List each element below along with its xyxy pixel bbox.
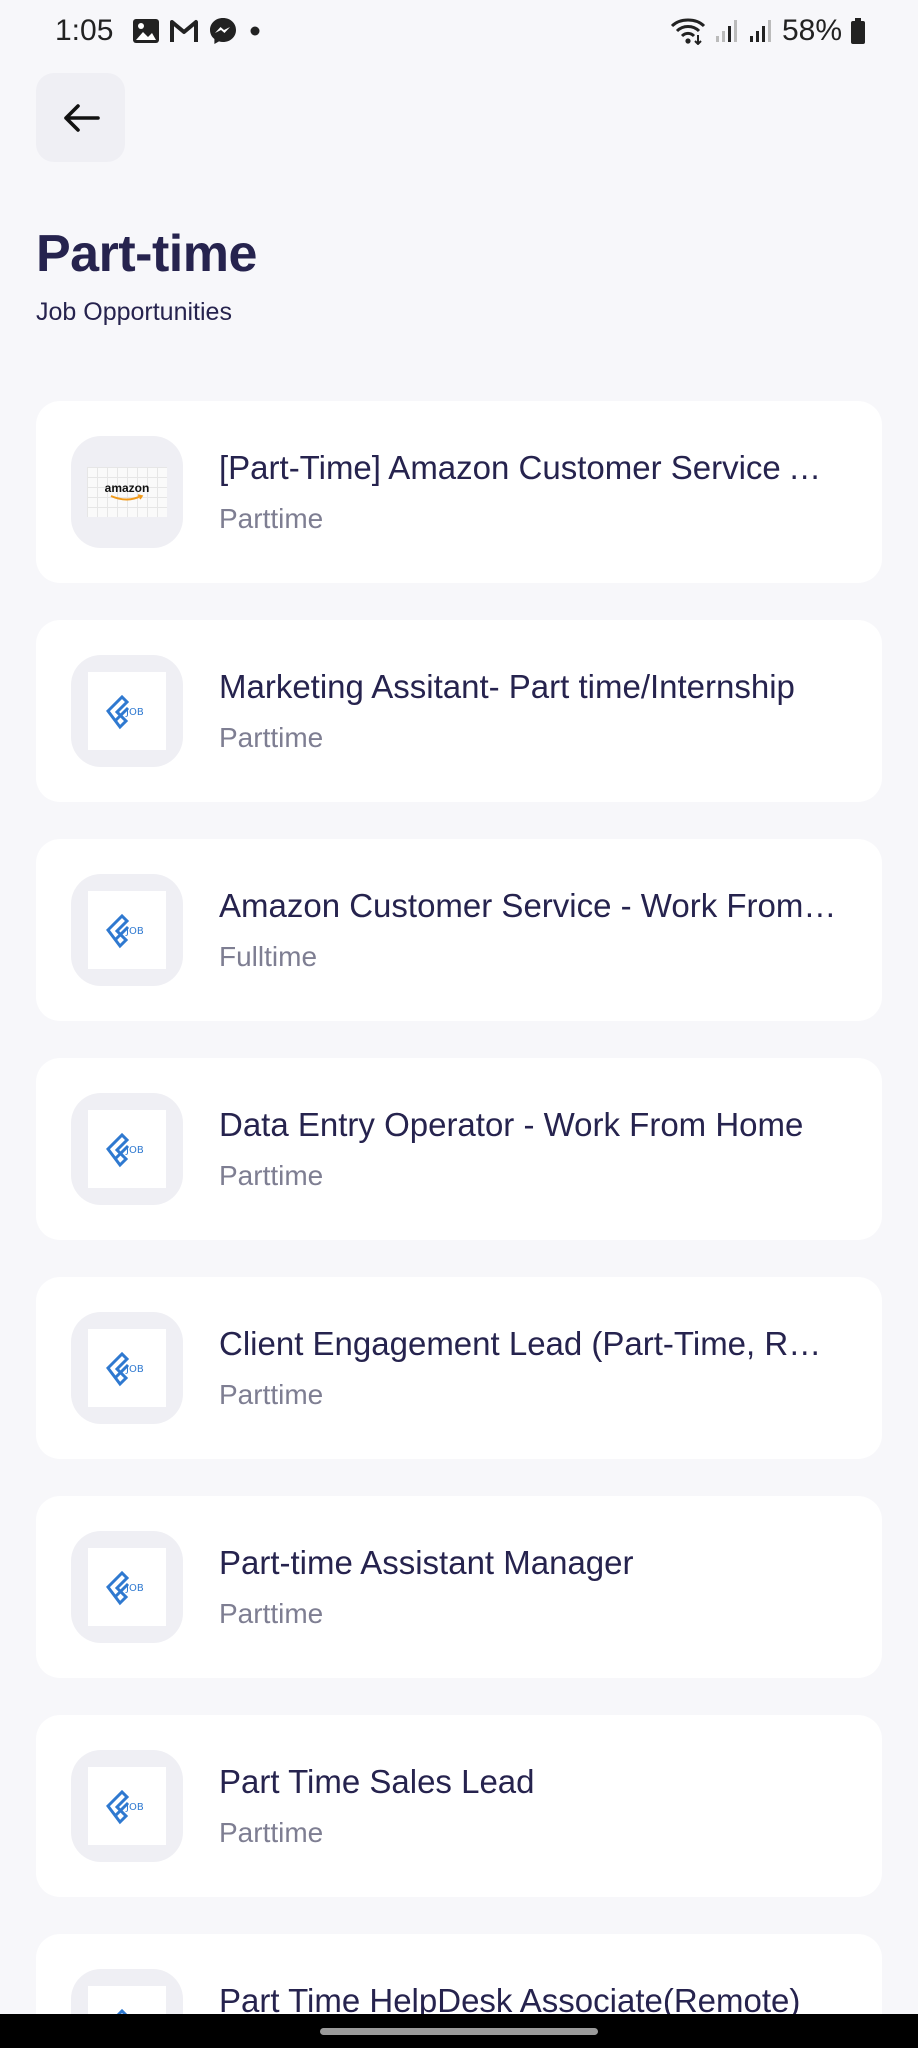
job-type: Parttime: [219, 1598, 324, 1629]
job-logo: JOB: [88, 891, 166, 969]
job-card[interactable]: JOB Data Entry Operator - Work From Home…: [36, 1058, 882, 1240]
screen: 1:05 58% Part-time Job Opportunities ama…: [0, 0, 918, 2048]
job-title: Data Entry Operator - Work From Home: [219, 1106, 804, 1143]
job-card[interactable]: JOB Marketing Assitant- Part time/Intern…: [36, 620, 882, 802]
amazon-smile-icon: [110, 494, 144, 501]
job-type: Parttime: [219, 1379, 324, 1410]
notification-icons: [132, 16, 263, 46]
job-title: Client Engagement Lead (Part-Time, Remot…: [219, 1325, 839, 1362]
job-logo-icon: JOB: [106, 694, 144, 730]
job-card[interactable]: JOB Part-time Assistant Manager Parttime: [36, 1496, 882, 1678]
job-logo-icon: JOB: [106, 1132, 144, 1168]
job-card[interactable]: amazon [Part-Time] Amazon Customer Servi…: [36, 401, 882, 583]
job-logo-text: JOB: [125, 926, 144, 937]
job-title: [Part-Time] Amazon Customer Service Asso…: [219, 449, 839, 486]
amazon-logo: amazon: [87, 467, 167, 517]
job-type: Parttime: [219, 1160, 324, 1191]
job-logo-text: JOB: [125, 1145, 144, 1156]
messenger-icon: [210, 18, 236, 44]
job-title: Part Time Sales Lead: [219, 1763, 535, 1800]
company-logo: JOB: [71, 1312, 183, 1424]
status-bar: 1:05 58%: [0, 0, 918, 64]
company-logo: amazon: [71, 436, 183, 548]
company-logo: JOB: [71, 874, 183, 986]
job-logo: JOB: [88, 1767, 166, 1845]
job-type: Parttime: [219, 722, 324, 753]
job-logo-text: JOB: [125, 1583, 144, 1594]
battery-percentage: 58%: [781, 14, 842, 47]
company-logo: JOB: [71, 1531, 183, 1643]
job-title: Marketing Assitant- Part time/Internship: [219, 668, 795, 705]
job-logo: JOB: [88, 672, 166, 750]
page-subtitle: Job Opportunities: [36, 298, 232, 326]
job-logo: JOB: [88, 1110, 166, 1188]
job-title: Amazon Customer Service - Work From Home: [219, 887, 839, 924]
wifi-icon: [670, 18, 706, 45]
job-logo-text: JOB: [125, 1364, 144, 1375]
signal-icon: [715, 20, 737, 42]
system-status: 58%: [670, 14, 866, 48]
image-icon: [133, 19, 159, 43]
home-gesture-handle[interactable]: [320, 2028, 598, 2035]
status-time: 1:05: [55, 14, 114, 47]
job-card[interactable]: JOB Amazon Customer Service - Work From …: [36, 839, 882, 1021]
job-type: Parttime: [219, 503, 324, 534]
job-type: Parttime: [219, 1817, 324, 1848]
navigation-bar: [0, 2014, 918, 2048]
job-logo-text: JOB: [125, 707, 144, 718]
signal-icon: [749, 20, 771, 42]
job-card[interactable]: JOB Part Time Sales Lead Parttime: [36, 1715, 882, 1897]
job-logo-icon: JOB: [106, 1789, 144, 1825]
gmail-icon: [170, 20, 198, 42]
page-title: Part-time: [36, 225, 257, 283]
job-logo: JOB: [88, 1548, 166, 1626]
company-logo: JOB: [71, 655, 183, 767]
dot-icon: [250, 26, 260, 36]
amazon-wordmark: amazon: [104, 481, 150, 495]
job-logo-icon: JOB: [106, 1570, 144, 1606]
job-type: Fulltime: [219, 941, 318, 972]
back-button[interactable]: [36, 73, 125, 162]
job-logo-text: JOB: [125, 1802, 144, 1813]
company-logo: JOB: [71, 1093, 183, 1205]
job-logo-icon: JOB: [106, 913, 144, 949]
battery-icon: [851, 18, 865, 44]
job-logo: JOB: [88, 1329, 166, 1407]
job-logo-icon: JOB: [106, 1351, 144, 1387]
job-card[interactable]: JOB Client Engagement Lead (Part-Time, R…: [36, 1277, 882, 1459]
job-title: Part-time Assistant Manager: [219, 1544, 634, 1581]
arrow-left-icon: [63, 103, 100, 132]
company-logo: JOB: [71, 1750, 183, 1862]
